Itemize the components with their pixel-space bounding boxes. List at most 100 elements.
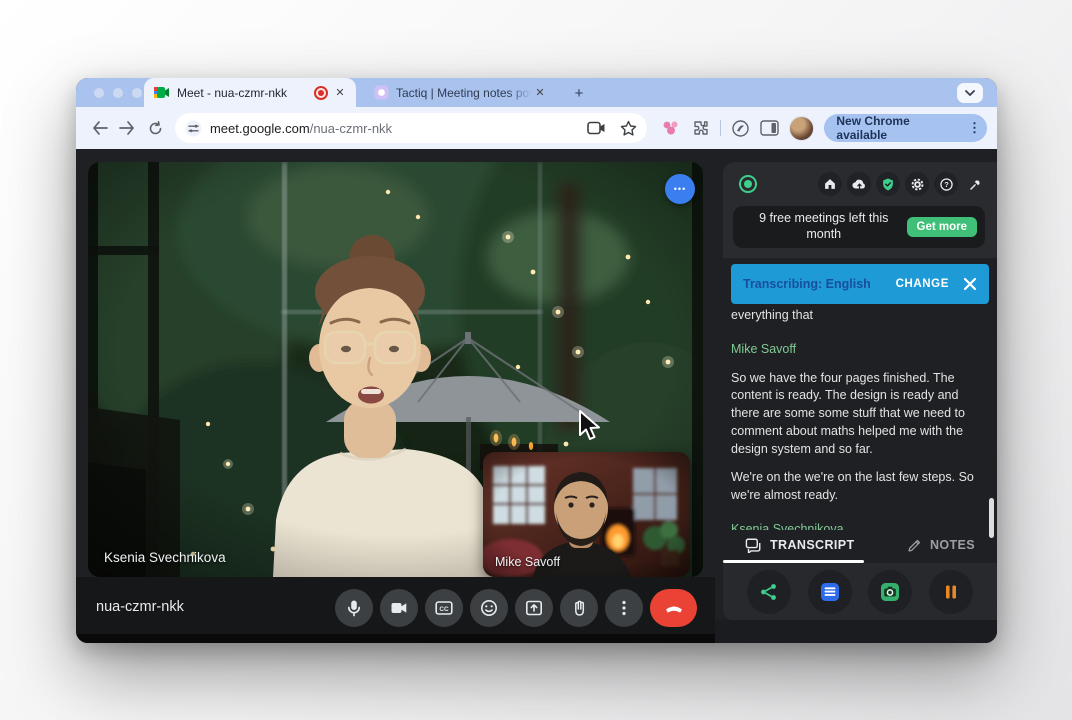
close-tab-icon[interactable]: ✕ [532, 85, 548, 101]
cloud-upload-icon [852, 178, 867, 190]
performance-icon[interactable] [731, 119, 750, 138]
svg-text:CC: CC [439, 606, 449, 613]
close-banner-icon[interactable] [963, 277, 977, 291]
pin-panel-button[interactable] [963, 172, 987, 196]
browser-toolbar: meet.google.com/nua-czmr-nkk [76, 107, 997, 149]
help-button[interactable]: ? [934, 172, 958, 196]
tab-title: Tactiq | Meeting notes powe [396, 86, 532, 100]
tactiq-favicon [374, 85, 389, 100]
hang-up-icon [663, 598, 685, 618]
url-host: meet.google.com [210, 121, 310, 136]
share-icon [759, 582, 779, 602]
screenshot-button[interactable] [868, 570, 912, 614]
google-docs-button[interactable] [808, 570, 852, 614]
transcript-paragraph: So we have the four pages finished. The … [731, 370, 983, 459]
main-participant-name: Ksenia Svechnikova [104, 550, 226, 565]
refresh-icon [148, 121, 163, 136]
mouse-cursor [577, 410, 603, 442]
camera-button[interactable] [380, 589, 418, 627]
emoji-smile-icon [479, 598, 499, 618]
meeting-code: nua-czmr-nkk [96, 599, 184, 615]
cloud-upload-button[interactable] [847, 172, 871, 196]
refresh-button[interactable] [141, 114, 169, 142]
close-window-button[interactable] [94, 88, 104, 98]
tab-list-chevron-button[interactable] [957, 83, 983, 103]
profile-avatar[interactable] [789, 116, 814, 141]
tab-meet[interactable]: Meet - nua-czmr-nkk ✕ [144, 78, 356, 107]
main-video-tile[interactable]: ••• Ksenia Svechnikova [88, 162, 703, 577]
svg-text:?: ? [944, 180, 949, 189]
tab-tactiq[interactable]: Tactiq | Meeting notes powe ✕ [364, 78, 556, 107]
transcript-paragraph: We're on the we're on the last few steps… [731, 469, 983, 505]
new-tab-button[interactable]: + [570, 84, 588, 102]
chat-bubbles-icon [745, 538, 762, 553]
zoom-window-button[interactable] [132, 88, 142, 98]
present-button[interactable] [515, 589, 553, 627]
minimize-window-button[interactable] [113, 88, 123, 98]
panel-tabs: TRANSCRIPT NOTES [723, 527, 997, 563]
forward-button[interactable] [114, 114, 142, 142]
toolbar-divider [720, 120, 721, 136]
pencil-icon [907, 538, 922, 553]
tab-capture-camera-icon[interactable] [587, 121, 606, 135]
address-bar[interactable]: meet.google.com/nua-czmr-nkk [175, 113, 647, 143]
transcribing-banner: Transcribing: English CHANGE [731, 264, 989, 304]
chevron-down-icon [965, 90, 975, 96]
meet-main-area: ••• Ksenia Svechnikova [76, 149, 715, 643]
change-language-button[interactable]: CHANGE [896, 278, 949, 290]
back-button[interactable] [86, 114, 114, 142]
browser-window: Meet - nua-czmr-nkk ✕ Tactiq | Meeting n… [76, 78, 997, 643]
captions-button[interactable]: CC [425, 589, 463, 627]
close-tab-icon[interactable]: ✕ [332, 85, 348, 101]
help-icon: ? [939, 177, 954, 192]
tab-transcript[interactable]: TRANSCRIPT [745, 538, 855, 553]
privacy-shield-button[interactable] [876, 172, 900, 196]
raise-hand-button[interactable] [560, 589, 598, 627]
pip-video-tile[interactable]: Mike Savoff [483, 452, 690, 577]
transcribing-status: Transcribing: English [743, 277, 896, 291]
tab-title: Meet - nua-czmr-nkk [177, 86, 310, 100]
more-vertical-icon [614, 598, 634, 618]
chrome-update-button[interactable]: New Chrome available ⋮ [824, 114, 987, 142]
url-path: /nua-czmr-nkk [310, 121, 392, 136]
settings-button[interactable] [905, 172, 929, 196]
panel-bottom-strip [715, 620, 997, 643]
tactiq-logo [739, 175, 757, 193]
tactiq-extension-icon[interactable] [661, 119, 681, 137]
reactions-button[interactable] [470, 589, 508, 627]
floating-dots-badge[interactable]: ••• [665, 174, 695, 204]
microphone-button[interactable] [335, 589, 373, 627]
home-button[interactable] [818, 172, 842, 196]
captions-icon: CC [434, 598, 454, 618]
more-options-button[interactable] [605, 589, 643, 627]
chrome-update-label: New Chrome available [836, 114, 962, 142]
browser-menu-icon[interactable]: ⋮ [968, 120, 981, 136]
get-more-button[interactable]: Get more [907, 217, 978, 237]
tab-notes[interactable]: NOTES [907, 538, 975, 553]
site-settings-icon[interactable] [185, 120, 202, 137]
meet-page: ••• Ksenia Svechnikova [76, 149, 997, 643]
tab-transcript-label: TRANSCRIPT [770, 538, 855, 552]
camera-icon [389, 598, 409, 618]
bookmark-star-icon[interactable] [620, 120, 637, 137]
transcript-partial-line: everything that [731, 307, 983, 325]
extensions-puzzle-icon[interactable] [691, 119, 710, 138]
shield-check-icon [881, 177, 895, 192]
quota-card: 9 free meetings left this month Get more [733, 206, 985, 248]
back-arrow-icon [92, 121, 108, 135]
tab-recording-indicator [314, 86, 328, 100]
present-screen-icon [524, 598, 544, 618]
forward-arrow-icon [119, 121, 135, 135]
quota-text: 9 free meetings left this month [747, 211, 901, 242]
side-panel-icon[interactable] [760, 120, 779, 136]
tab-notes-label: NOTES [930, 538, 975, 552]
dots-glyph: ••• [674, 184, 686, 194]
share-button[interactable] [747, 570, 791, 614]
window-controls[interactable] [94, 88, 142, 98]
tactiq-panel: ? 9 free meetings left this month [715, 149, 997, 643]
google-docs-icon [819, 581, 841, 603]
tactiq-footer [723, 563, 997, 620]
pause-recording-button[interactable] [929, 570, 973, 614]
leave-call-button[interactable] [650, 589, 697, 627]
transcript-list[interactable]: everything that Mike Savoff So we have t… [731, 304, 983, 530]
